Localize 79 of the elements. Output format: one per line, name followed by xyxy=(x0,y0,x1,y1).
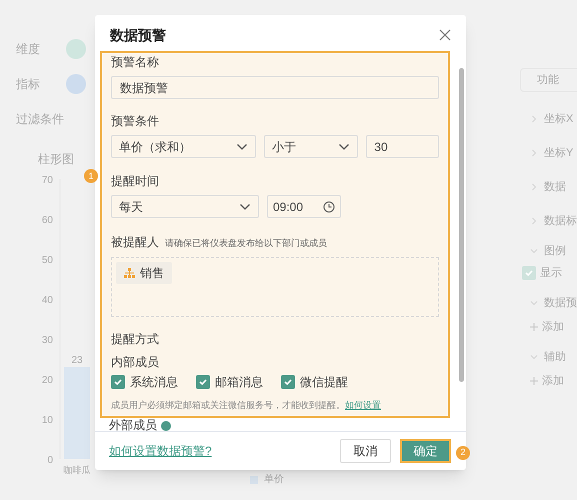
axis-tick-label: 60 xyxy=(42,215,53,226)
field-label: 过滤条件 xyxy=(16,110,64,126)
field-label: 被提醒人 xyxy=(111,234,159,250)
checkbox[interactable] xyxy=(522,266,536,280)
legend-label: 单价 xyxy=(264,472,284,487)
axis-tick-label: 20 xyxy=(42,375,53,386)
chevron-down-icon xyxy=(530,353,538,361)
field-pill[interactable] xyxy=(66,74,86,94)
checkmark-icon xyxy=(198,377,208,387)
chevron-down-icon xyxy=(530,299,538,307)
add-link[interactable]: 添加 xyxy=(542,320,564,334)
group-label: 内部成员 xyxy=(111,354,160,370)
operator-select[interactable]: 小于 xyxy=(264,135,358,158)
section-title[interactable]: 坐标X xyxy=(544,112,574,126)
dialog-title: 数据预警 xyxy=(110,26,166,44)
axis-tick-label: 10 xyxy=(42,415,53,426)
axis-tick-label: 50 xyxy=(42,255,53,266)
time-field[interactable]: 09:00 xyxy=(267,195,341,218)
section-title[interactable]: 数据预 xyxy=(544,296,577,310)
add-link[interactable]: 添加 xyxy=(542,374,564,388)
recipient-chip[interactable]: 销售 xyxy=(116,262,172,284)
field-label: 预警条件 xyxy=(111,113,160,129)
field-label: 维度 xyxy=(16,40,41,56)
checkbox[interactable] xyxy=(111,375,125,389)
setup-link[interactable]: 如何设置 xyxy=(345,400,381,410)
cancel-button[interactable]: 取消 xyxy=(340,439,391,463)
plus-icon xyxy=(530,323,538,331)
chevron-right-icon xyxy=(530,149,538,157)
chevron-right-icon xyxy=(530,217,538,225)
value-field[interactable]: 30 xyxy=(366,135,439,158)
chevron-right-icon xyxy=(530,183,538,191)
frequency-select[interactable]: 每天 xyxy=(111,195,259,218)
data-label: 23 xyxy=(71,355,83,366)
close-icon[interactable] xyxy=(439,29,451,41)
option-label: 显示 xyxy=(540,266,562,280)
field-label: 提醒方式 xyxy=(111,331,160,347)
axis-tick-label: 70 xyxy=(42,175,53,186)
checkbox-label: 微信提醒 xyxy=(300,374,348,390)
binding-note: 成员用户必须绑定邮箱或关注微信服务号，才能收到提醒。如何设置 xyxy=(111,399,382,411)
step-badge: 2 xyxy=(456,446,470,460)
checkbox[interactable] xyxy=(281,375,295,389)
step-badge: 1 xyxy=(84,169,98,183)
section-title[interactable]: 坐标Y xyxy=(544,146,574,160)
chart-title: 柱形图 xyxy=(37,151,75,167)
recipient-hint: 请确保已将仪表盘发布给以下部门或成员 xyxy=(165,237,327,250)
section-title[interactable]: 图例 xyxy=(544,244,566,258)
clock-icon xyxy=(323,200,335,212)
recipient-box[interactable]: 销售 xyxy=(111,257,439,317)
axis-tick-label: 40 xyxy=(42,295,53,306)
field-label: 指标 xyxy=(16,76,41,92)
checkmark-icon xyxy=(524,268,534,278)
chevron-down-icon xyxy=(530,247,538,255)
field-select[interactable]: 单价（求和） xyxy=(111,135,256,158)
legend-swatch xyxy=(250,476,258,484)
caret-icon xyxy=(338,142,350,150)
checkbox-label: 邮箱消息 xyxy=(215,374,263,390)
axis-category-label: 咖啡瓜 xyxy=(64,465,90,475)
axis-tick-label: 30 xyxy=(42,335,53,346)
checkbox-label: 系统消息 xyxy=(130,374,178,390)
checkmark-icon xyxy=(283,377,293,387)
section-title[interactable]: 辅助 xyxy=(544,350,566,364)
org-chart-icon xyxy=(124,268,135,278)
help-link[interactable]: 如何设置数据预警? xyxy=(109,442,212,460)
function-button[interactable]: 功能 xyxy=(520,68,577,92)
field-label: 预警名称 xyxy=(111,54,160,70)
section-title[interactable]: 数据标 xyxy=(544,214,577,228)
field-label: 提醒时间 xyxy=(111,173,160,189)
checkmark-icon xyxy=(113,377,123,387)
group-label: 外部成员 xyxy=(109,419,157,431)
axis-tick-label: 0 xyxy=(47,455,53,466)
caret-icon xyxy=(236,142,248,150)
checkbox[interactable] xyxy=(196,375,210,389)
confirm-button[interactable]: 确定 xyxy=(400,439,451,463)
chevron-right-icon xyxy=(530,115,538,123)
field-pill[interactable] xyxy=(66,38,86,58)
caret-icon xyxy=(239,202,251,210)
name-field[interactable]: 数据预警 xyxy=(111,76,439,99)
section-title[interactable]: 数据 xyxy=(544,180,566,194)
plus-icon xyxy=(530,377,538,385)
